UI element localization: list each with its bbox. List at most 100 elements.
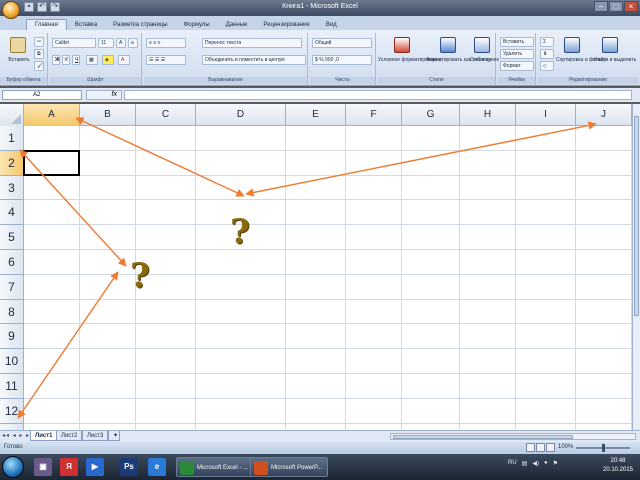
row-header-4[interactable]: 4 [0,200,24,226]
column-header-j[interactable]: J [576,104,632,126]
tray-volume-icon[interactable]: ◀) [532,460,539,467]
row-header-7[interactable]: 7 [0,274,24,300]
column-header-c[interactable]: C [136,104,196,126]
select-all-button[interactable] [0,104,24,126]
column-header-h[interactable]: H [460,104,516,126]
underline-button[interactable]: Ч [72,55,80,65]
tray-network-icon[interactable]: ▤ [522,460,528,467]
worksheet-grid[interactable]: ABCDEFGHIJ 12345678910111213 [0,104,632,430]
page-break-view-icon[interactable] [546,443,555,452]
horizontal-align-icons[interactable]: ☰ ☰ ☰ [146,55,186,65]
horizontal-scrollbar[interactable] [390,433,636,440]
cell-styles-icon[interactable] [474,37,490,53]
row-header-10[interactable]: 10 [0,349,24,374]
format-cells-button[interactable]: Формат [500,61,534,71]
name-box[interactable]: A2 [2,90,82,100]
task-powerpoint[interactable]: Microsoft PowerP... [250,457,328,477]
zoom-slider[interactable] [576,444,630,452]
tray-flag-icon[interactable]: ⚑ [553,460,558,467]
borders-icon[interactable]: ▦ [86,55,98,65]
sheet-tab-3[interactable]: Лист3 [82,431,109,441]
row-header-12[interactable]: 12 [0,398,24,424]
find-select-label[interactable]: Найти и выделить [594,57,636,63]
tab-data[interactable]: Данные [218,20,256,30]
fill-icon[interactable]: ⬇ [540,49,554,59]
page-layout-view-icon[interactable] [536,443,545,452]
autosum-icon[interactable]: Σ [540,37,554,47]
bold-button[interactable]: Ж [52,55,60,65]
desktop-icon[interactable]: ▣ [34,458,52,476]
maximize-button[interactable]: □ [609,1,623,12]
tab-review[interactable]: Рецензирование [255,20,317,30]
tray-language-icon[interactable]: RU [508,460,517,467]
insert-function-button[interactable]: fx [86,90,122,100]
active-cell[interactable] [23,149,80,176]
font-color-icon[interactable]: A [118,55,130,65]
cut-icon[interactable]: ✂ [34,37,44,47]
cell-styles-label[interactable]: Стили ячеек [470,57,499,63]
vertical-scroll-thumb[interactable] [634,116,639,316]
clock[interactable]: 20:48 20.10.2015 [598,457,638,475]
column-header-i[interactable]: I [516,104,576,126]
tab-view[interactable]: Вид [318,20,345,30]
normal-view-icon[interactable] [526,443,535,452]
format-painter-icon[interactable]: 🖌 [34,61,44,71]
row-header-3[interactable]: 3 [0,175,24,201]
fill-color-icon[interactable]: ◈ [102,55,114,65]
delete-cells-button[interactable]: Удалить [500,49,534,59]
merge-center-button[interactable]: Объединить и поместить в центре [202,55,306,65]
internet-explorer-icon[interactable]: e [148,458,166,476]
yandex-icon[interactable]: Я [60,458,78,476]
start-button[interactable] [2,456,24,478]
row-header-6[interactable]: 6 [0,250,24,275]
number-format-icons[interactable]: $ % 000 ,0 [312,55,372,65]
insert-cells-button[interactable]: Вставить [500,37,534,47]
paste-label[interactable]: Вставить [2,57,36,63]
row-header-2[interactable]: 2 [0,150,24,176]
conditional-formatting-label[interactable]: Условное форматирование [378,57,442,63]
sheet-tab-1[interactable]: Лист1 [30,431,58,441]
shrink-font-icon[interactable]: a [128,38,138,48]
vertical-align-icons[interactable]: ≡ ≡ ≡ [146,38,186,48]
horizontal-scroll-thumb[interactable] [393,435,573,439]
column-header-e[interactable]: E [286,104,346,126]
row-header-8[interactable]: 8 [0,299,24,325]
tab-home[interactable]: Главная [26,19,67,30]
number-format-select[interactable]: Общий [312,38,372,48]
wrap-text-button[interactable]: Перенос текста [202,38,302,48]
tab-insert[interactable]: Вставка [67,20,105,30]
sheet-tab-2[interactable]: Лист2 [56,431,83,441]
column-header-f[interactable]: F [346,104,402,126]
copy-icon[interactable]: ⧉ [34,49,44,59]
column-header-a[interactable]: A [24,104,80,126]
tab-page-layout[interactable]: Разметка страницы [105,20,175,30]
column-header-b[interactable]: B [80,104,136,126]
tab-formulas[interactable]: Формулы [176,20,218,30]
column-header-g[interactable]: G [402,104,460,126]
italic-button[interactable]: К [62,55,70,65]
tray-antivirus-icon[interactable]: ● [544,460,548,467]
grow-font-icon[interactable]: A [116,38,126,48]
sort-filter-icon[interactable] [564,37,580,53]
row-header-1[interactable]: 1 [0,126,24,151]
vertical-scrollbar[interactable] [632,104,640,430]
office-button[interactable] [2,1,20,19]
column-header-d[interactable]: D [196,104,286,126]
media-player-icon[interactable]: ▶ [86,458,104,476]
format-as-table-icon[interactable] [440,37,456,53]
row-header-5[interactable]: 5 [0,225,24,250]
format-as-table-label[interactable]: Форматировать как таблицу [426,57,491,63]
conditional-formatting-icon[interactable] [394,37,410,53]
clear-icon[interactable]: ◇ [540,61,554,71]
formula-input[interactable] [124,90,632,100]
paste-icon[interactable] [10,37,26,53]
row-header-9[interactable]: 9 [0,324,24,350]
font-size-select[interactable]: 11 [98,38,114,48]
minimize-button[interactable]: – [594,1,608,12]
photoshop-icon[interactable]: Ps [120,458,138,476]
task-excel[interactable]: Microsoft Excel - ... [176,457,254,477]
insert-sheet-icon[interactable]: ✦ [108,431,120,441]
row-header-11[interactable]: 11 [0,374,24,399]
font-name-select[interactable]: Calibri [52,38,96,48]
sort-filter-label[interactable]: Сортировка и фильтр [556,57,606,63]
